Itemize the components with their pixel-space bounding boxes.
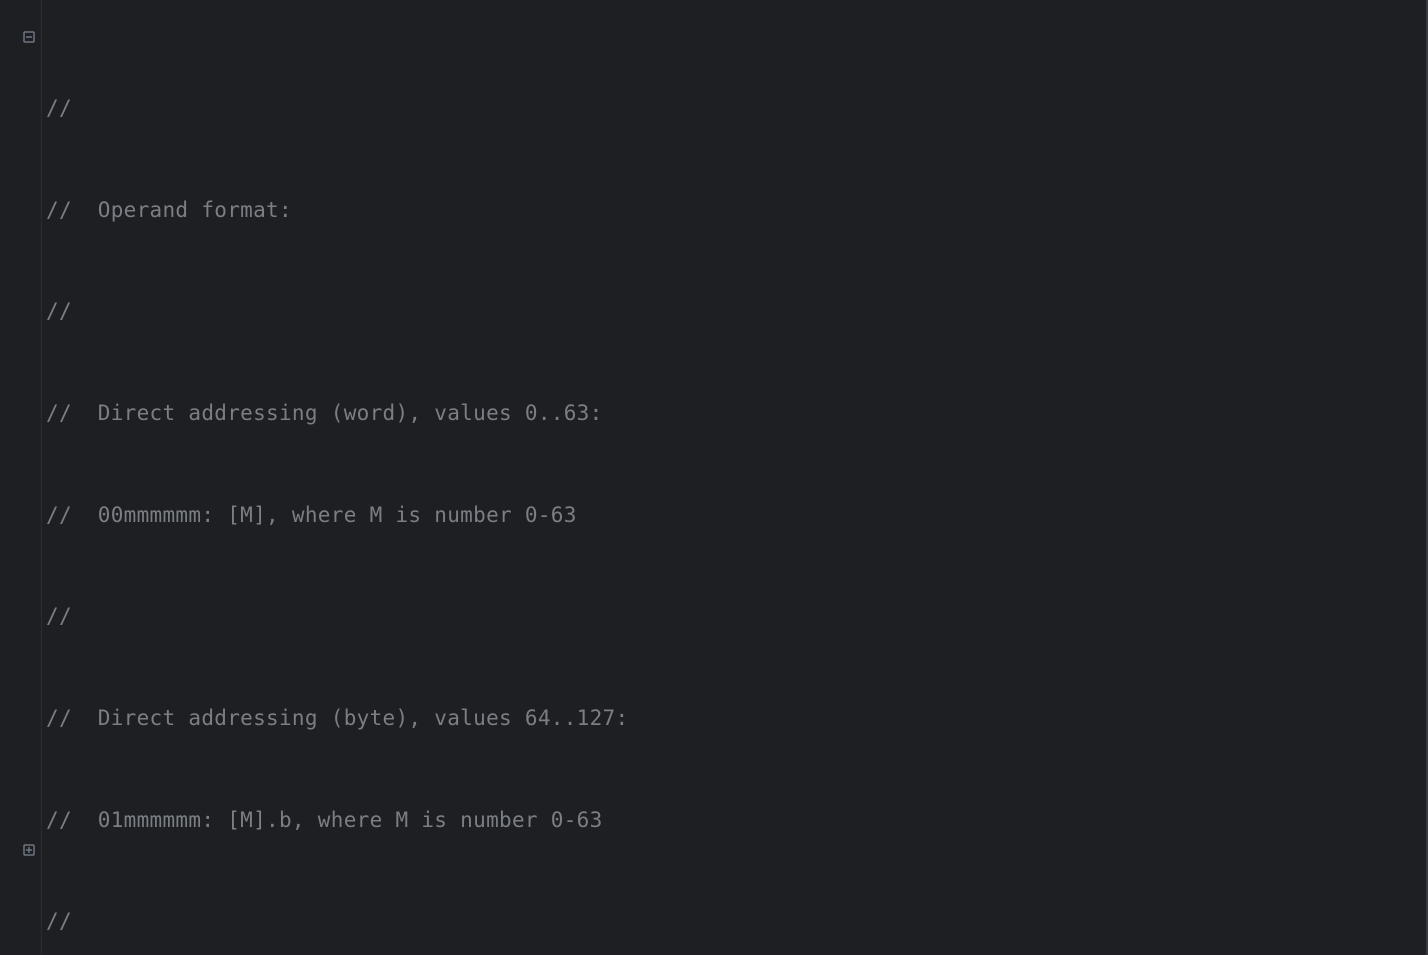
code-line: // Operand format:	[46, 194, 1428, 228]
fold-close-icon[interactable]	[22, 843, 36, 857]
fold-open-icon[interactable]	[22, 30, 36, 44]
code-line: // 01mmmmmm: [M].b, where M is number 0-…	[46, 804, 1428, 838]
code-line: //	[46, 92, 1428, 126]
code-line: // Direct addressing (byte), values 64..…	[46, 702, 1428, 736]
code-line: //	[46, 905, 1428, 939]
code-line: //	[46, 295, 1428, 329]
code-content[interactable]: // // Operand format: // // Direct addre…	[42, 0, 1428, 955]
code-line: // 00mmmmmm: [M], where M is number 0-63	[46, 499, 1428, 533]
editor-gutter	[0, 0, 42, 955]
code-line: // Direct addressing (word), values 0..6…	[46, 397, 1428, 431]
code-editor[interactable]: // // Operand format: // // Direct addre…	[0, 0, 1428, 955]
code-line: //	[46, 600, 1428, 634]
